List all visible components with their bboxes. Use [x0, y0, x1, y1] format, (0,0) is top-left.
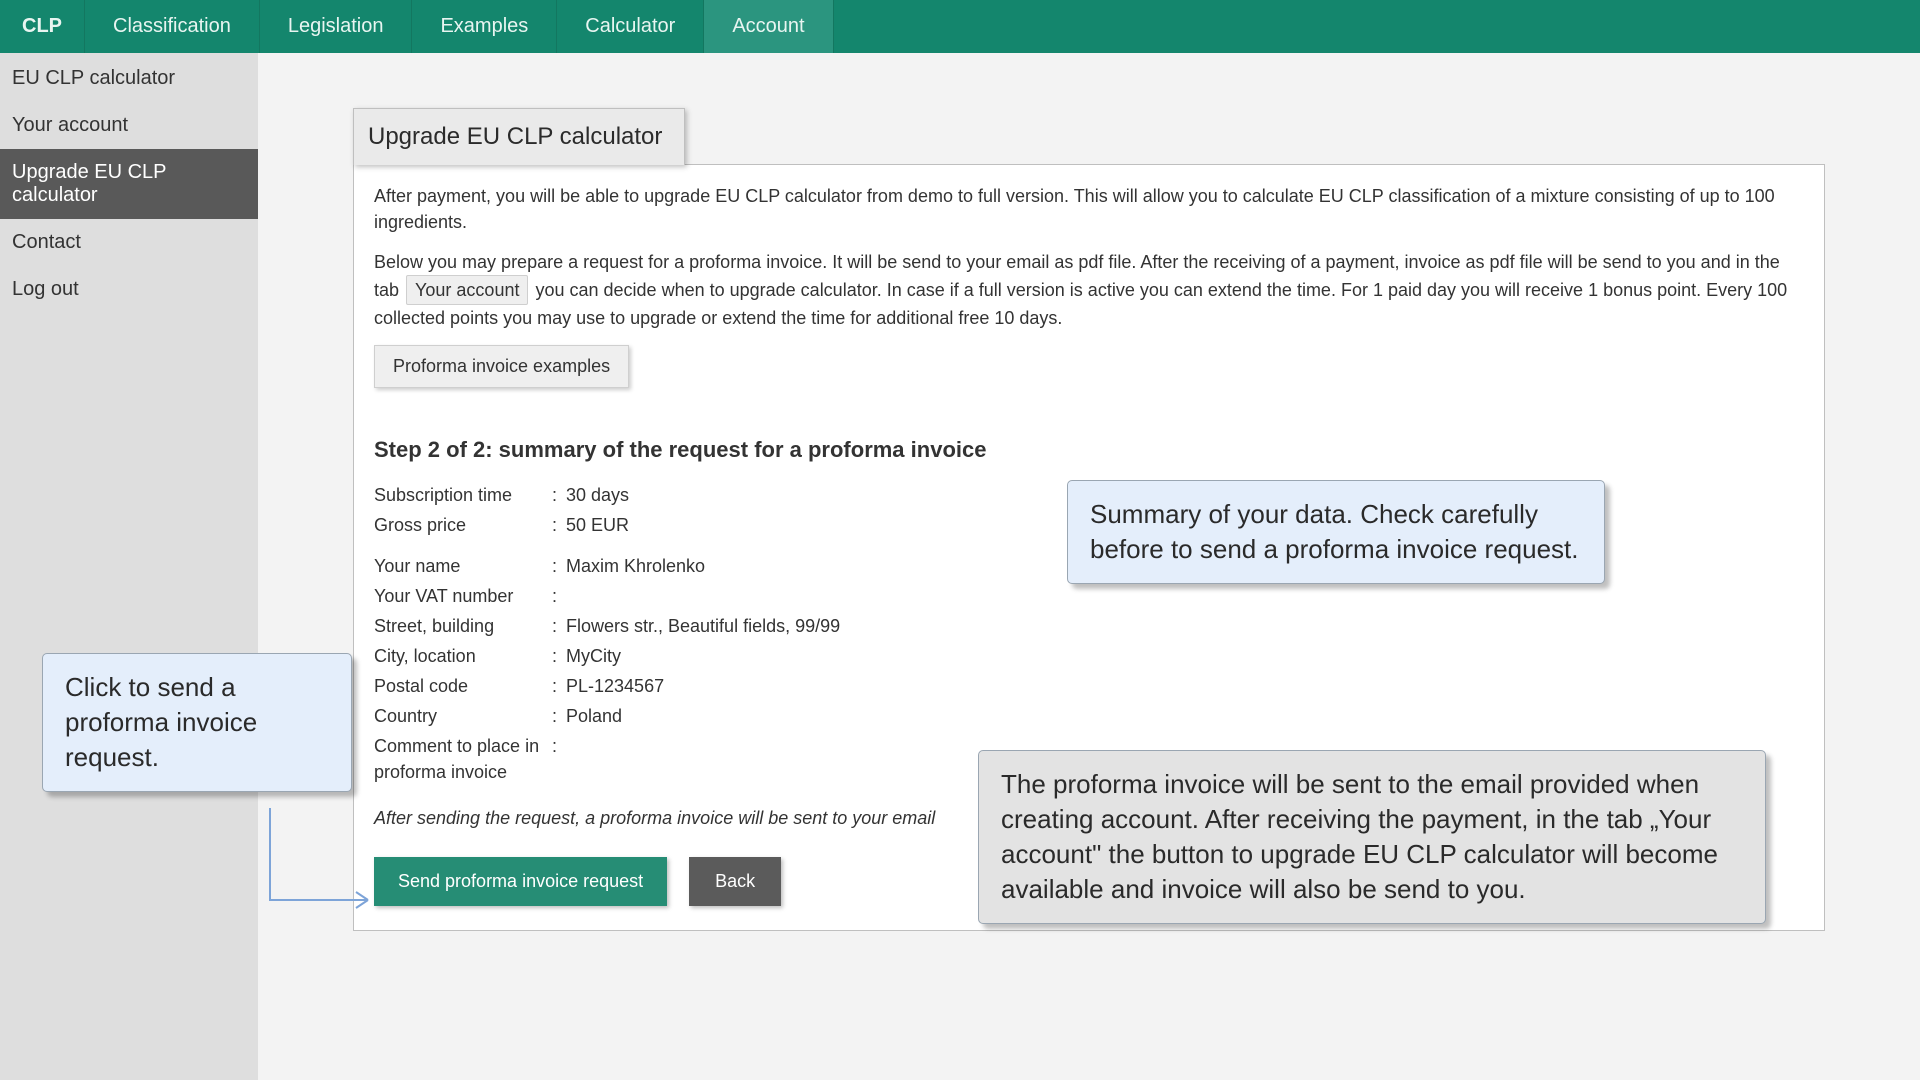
card-title: Upgrade EU CLP calculator — [353, 108, 685, 165]
row-vat: Your VAT number : — [374, 581, 1804, 611]
sidebar: EU CLP calculator Your account Upgrade E… — [0, 53, 258, 1080]
row-street: Street, building : Flowers str., Beautif… — [374, 611, 1804, 641]
sidebar-item-logout[interactable]: Log out — [0, 266, 258, 313]
nav-logo[interactable]: CLP — [0, 0, 85, 53]
back-button[interactable]: Back — [689, 857, 781, 906]
callout-right-top: Summary of your data. Check carefully be… — [1067, 480, 1605, 584]
sidebar-item-contact[interactable]: Contact — [0, 219, 258, 266]
label-gross-price: Gross price — [374, 512, 552, 538]
value-country: Poland — [566, 703, 1804, 729]
value-city: MyCity — [566, 643, 1804, 669]
step-title: Step 2 of 2: summary of the request for … — [374, 434, 1804, 466]
label-comment: Comment to place in proforma invoice — [374, 733, 552, 785]
label-vat: Your VAT number — [374, 583, 552, 609]
nav-tab-examples[interactable]: Examples — [412, 0, 557, 53]
label-country: Country — [374, 703, 552, 729]
top-nav: CLP Classification Legislation Examples … — [0, 0, 1920, 53]
intro-paragraph-1: After payment, you will be able to upgra… — [374, 183, 1804, 235]
label-city: City, location — [374, 643, 552, 669]
callout-right-bottom: The proforma invoice will be sent to the… — [978, 750, 1766, 924]
value-street: Flowers str., Beautiful fields, 99/99 — [566, 613, 1804, 639]
label-your-name: Your name — [374, 553, 552, 579]
sidebar-item-upgrade[interactable]: Upgrade EU CLP calculator — [0, 149, 258, 219]
arrow-icon — [250, 800, 390, 930]
nav-tab-account[interactable]: Account — [704, 0, 833, 53]
value-vat — [566, 583, 1804, 609]
callout-left: Click to send a proforma invoice request… — [42, 653, 352, 792]
label-street: Street, building — [374, 613, 552, 639]
proforma-examples-button[interactable]: Proforma invoice examples — [374, 345, 629, 388]
row-postal: Postal code : PL-1234567 — [374, 671, 1804, 701]
label-subscription-time: Subscription time — [374, 482, 552, 508]
row-country: Country : Poland — [374, 701, 1804, 731]
nav-tab-calculator[interactable]: Calculator — [557, 0, 704, 53]
nav-tab-legislation[interactable]: Legislation — [260, 0, 413, 53]
inline-chip-your-account: Your account — [406, 275, 528, 305]
nav-tab-classification[interactable]: Classification — [85, 0, 260, 53]
value-postal: PL-1234567 — [566, 673, 1804, 699]
row-city: City, location : MyCity — [374, 641, 1804, 671]
sidebar-item-calc[interactable]: EU CLP calculator — [0, 55, 258, 102]
para2b-text: you can decide when to upgrade calculato… — [374, 280, 1787, 328]
intro-paragraph-2: Below you may prepare a request for a pr… — [374, 249, 1804, 331]
send-request-button[interactable]: Send proforma invoice request — [374, 857, 667, 906]
sidebar-item-account[interactable]: Your account — [0, 102, 258, 149]
label-postal: Postal code — [374, 673, 552, 699]
